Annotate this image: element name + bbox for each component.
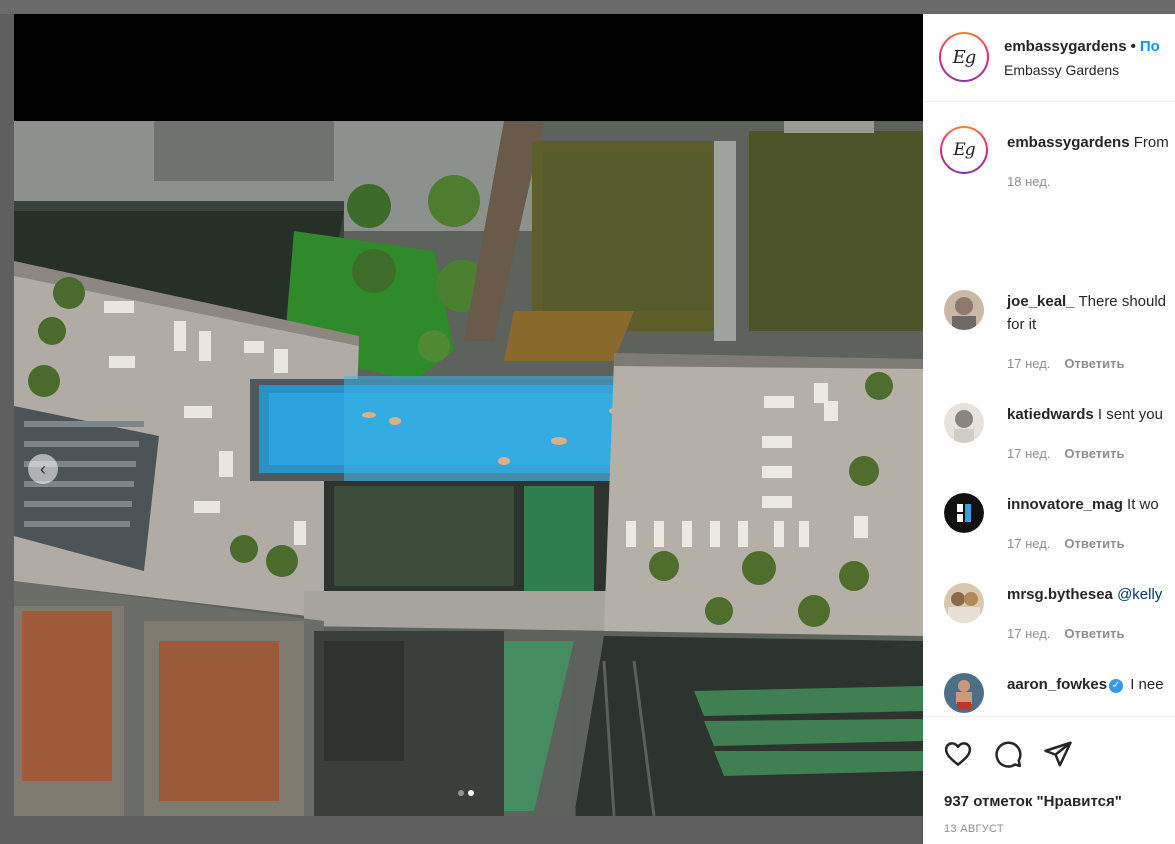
- comment-meta: 17 нед. Ответить: [1007, 626, 1124, 641]
- comment-text: It wo: [1127, 496, 1159, 513]
- comment-mention[interactable]: @kelly: [1117, 586, 1162, 603]
- comment-username[interactable]: mrsg.bythesea: [1007, 586, 1113, 603]
- comment-text-line: joe_keal_ There should: [1007, 290, 1166, 313]
- chevron-left-icon: ‹: [40, 459, 46, 479]
- heart-icon[interactable]: [943, 739, 973, 769]
- embassy-gardens-logo: Eg: [952, 46, 977, 68]
- header-username[interactable]: embassygardens: [1004, 38, 1127, 55]
- carousel-dot-active[interactable]: [468, 790, 474, 796]
- follow-button[interactable]: По: [1140, 38, 1160, 55]
- comment-icon[interactable]: [993, 739, 1023, 769]
- comment-username[interactable]: katiedwards: [1007, 406, 1094, 423]
- comment-meta: 17 нед. Ответить: [1007, 356, 1124, 371]
- post-photo[interactable]: [14, 121, 923, 816]
- comment-username[interactable]: innovatore_mag: [1007, 496, 1123, 513]
- comment-avatar[interactable]: [944, 673, 984, 713]
- aerial-photo: [14, 121, 923, 816]
- likes-count[interactable]: 937 отметок "Нравится": [944, 793, 1122, 810]
- caption-text: From: [1133, 134, 1169, 151]
- share-icon[interactable]: [1043, 739, 1073, 769]
- comment-meta: 17 нед. Ответить: [1007, 536, 1124, 551]
- comment-username[interactable]: joe_keal_: [1007, 293, 1075, 310]
- comment-text-line: mrsg.bythesea @kelly: [1007, 583, 1162, 606]
- account-avatar[interactable]: Eg: [939, 32, 989, 82]
- verified-badge-icon: ✓: [1109, 679, 1124, 693]
- post-side-panel: Eg embassygardens • По Embassy Gardens Eg …: [923, 14, 1175, 844]
- post-actions: 937 отметок "Нравится" 13 АВГУСТ: [923, 716, 1175, 844]
- embassy-gardens-logo: Eg: [953, 140, 975, 160]
- carousel-dot[interactable]: [458, 790, 464, 796]
- comment-text: There should: [1078, 293, 1167, 310]
- comment-text-line: innovatore_mag It wo: [1007, 493, 1159, 516]
- carousel-dots: [458, 790, 474, 798]
- comment-time[interactable]: 17 нед.: [1007, 356, 1050, 371]
- comment-time[interactable]: 17 нед.: [1007, 446, 1050, 461]
- comment-time[interactable]: 17 нед.: [1007, 536, 1050, 551]
- comment-text-line-2: for it: [1007, 316, 1037, 333]
- reply-button[interactable]: Ответить: [1064, 536, 1124, 551]
- post-header: Eg embassygardens • По Embassy Gardens: [923, 14, 1175, 102]
- caption-avatar[interactable]: Eg: [940, 126, 988, 174]
- reply-button[interactable]: Ответить: [1064, 356, 1124, 371]
- comment-avatar[interactable]: [944, 583, 984, 623]
- caption-time[interactable]: 18 нед.: [1007, 174, 1050, 189]
- header-separator: •: [1130, 38, 1136, 55]
- comment-text-line: katiedwards I sent you: [1007, 403, 1163, 426]
- comment-username[interactable]: aaron_fowkes: [1007, 676, 1107, 693]
- post-date: 13 АВГУСТ: [944, 823, 1004, 835]
- comment-avatar[interactable]: [944, 290, 984, 330]
- post-media: ‹: [14, 14, 923, 816]
- comment-avatar[interactable]: [944, 493, 984, 533]
- comment-text-line: aaron_fowkes ✓ I nee: [1007, 673, 1164, 696]
- comment-time[interactable]: 17 нед.: [1007, 626, 1050, 641]
- header-location[interactable]: Embassy Gardens: [1004, 62, 1119, 78]
- reply-button[interactable]: Ответить: [1064, 626, 1124, 641]
- comment-text: I nee: [1130, 676, 1164, 693]
- comment-avatar[interactable]: [944, 403, 984, 443]
- header-username-line: embassygardens • По: [1004, 38, 1160, 55]
- caption-line: embassygardens From: [1007, 134, 1169, 151]
- backdrop: [0, 0, 1175, 14]
- comment-meta: 17 нед. Ответить: [1007, 446, 1124, 461]
- caption-username[interactable]: embassygardens: [1007, 134, 1130, 151]
- comment-text: I sent you: [1097, 406, 1163, 423]
- reply-button[interactable]: Ответить: [1064, 446, 1124, 461]
- carousel-prev-button[interactable]: ‹: [28, 454, 58, 484]
